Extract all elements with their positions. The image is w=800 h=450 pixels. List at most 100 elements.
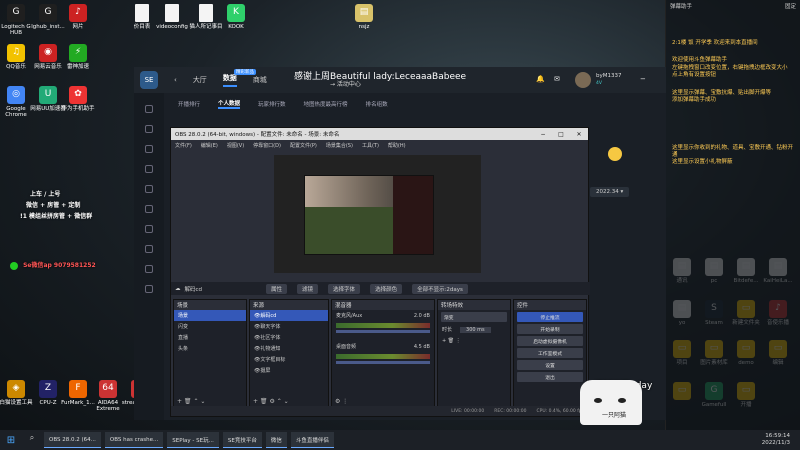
scene-item[interactable]: 头条	[174, 343, 246, 354]
hide-all-button[interactable]: 全部不显示:2days	[412, 283, 468, 294]
menu-item[interactable]: 帮助(H)	[388, 142, 406, 149]
source-item[interactable]: 👁 聊天字体	[250, 321, 328, 332]
app-icon: G	[39, 4, 57, 22]
avatar[interactable]	[575, 72, 591, 88]
sidebar-icon[interactable]	[145, 225, 153, 233]
select-font-button[interactable]: 选择字体	[328, 283, 361, 294]
control-button[interactable]: 开始录制	[517, 324, 583, 334]
mic-volume-slider[interactable]	[336, 330, 430, 333]
menu-item[interactable]: 配置文件(P)	[290, 142, 317, 149]
danmaku-pin-button[interactable]: 固定	[785, 2, 796, 10]
control-button[interactable]: 退出	[517, 372, 583, 382]
transition-type-select[interactable]: 渐变	[441, 312, 507, 322]
nav-lobby[interactable]: 大厅	[193, 75, 207, 85]
scene-item[interactable]: 闪变	[174, 321, 246, 332]
taskbar-app[interactable]: OBS 28.0.2 (64...	[44, 432, 101, 448]
rec-time: REC: 00:00:00	[494, 408, 527, 414]
minimize-icon[interactable]: −	[640, 75, 646, 83]
close-button[interactable]: ✕	[570, 131, 588, 138]
source-item[interactable]: 👁 文字框目标	[250, 354, 328, 365]
nav-data[interactable]: 数据	[222, 73, 237, 87]
danmaku-message: 2:1楼 饭 开学季 欢迎来到本直播间	[672, 40, 758, 46]
event-center-link[interactable]: → 活动中心	[330, 79, 361, 88]
app-icon	[135, 4, 149, 22]
sidebar-icon[interactable]	[145, 265, 153, 273]
taskbar-app[interactable]: SEPlay - SE玩...	[167, 432, 219, 448]
duration-label: 时长	[442, 327, 453, 333]
control-button[interactable]: 设置	[517, 360, 583, 370]
control-button[interactable]: 启动虚拟摄像机	[517, 336, 583, 346]
track-db: 2.0 dB	[413, 312, 430, 319]
tab-player-rank[interactable]: 玩家排行数	[258, 100, 286, 108]
source-item[interactable]: 👁 摄屏	[250, 365, 328, 376]
maximize-button[interactable]: □	[552, 131, 570, 138]
taskbar-app[interactable]: OBS has crashe...	[104, 432, 164, 448]
sidebar-icon[interactable]	[145, 165, 153, 173]
desktop-icon[interactable]: ✿ 华为手机助手	[58, 86, 98, 112]
desktop-meter	[336, 354, 430, 359]
sidebar-icon[interactable]	[145, 285, 153, 293]
danmaku-panel[interactable]: 弹幕助手 固定 2:1楼 饭 开学季 欢迎来到本直播间 欢迎使用斗鱼弹幕助手 左键拖…	[665, 0, 800, 430]
duration-input[interactable]: 300 ms	[460, 326, 491, 333]
menu-item[interactable]: 停靠窗口(D)	[253, 142, 281, 149]
filters-button[interactable]: 滤镜	[297, 283, 319, 294]
platform-logo[interactable]: SE	[140, 71, 158, 89]
taskbar-app[interactable]: SE竞技平台	[222, 432, 262, 448]
start-button[interactable]: ⊞	[0, 430, 22, 450]
minimize-button[interactable]: −	[534, 131, 552, 138]
nav-shop[interactable]: 商城	[253, 75, 267, 85]
sidebar-icon[interactable]	[145, 105, 153, 113]
tab-group-rank[interactable]: 排名组数	[366, 100, 388, 108]
tab-live-rank[interactable]: 开播排行	[178, 100, 200, 108]
search-icon[interactable]: ⌕	[25, 433, 39, 447]
control-button[interactable]: 停止推流	[517, 312, 583, 322]
clock-date: 2022/11/3	[761, 440, 790, 446]
taskbar-app[interactable]: 斗鱼直播伴侣	[290, 432, 334, 448]
control-button[interactable]: 工作室模式	[517, 348, 583, 358]
mixer-track-desktop: 桌面音频 4.5 dB	[332, 341, 434, 352]
transition-buttons[interactable]: + 🗑 ⋮	[438, 335, 510, 346]
taskbar-app[interactable]: 微信	[265, 432, 287, 448]
desktop-icon[interactable]: ⚡ 雷神加速	[58, 44, 98, 70]
desktop-icon[interactable]: ▤ nsjz	[344, 4, 384, 30]
sidebar-icon[interactable]	[145, 245, 153, 253]
desktop-icon[interactable]: K KOOK	[216, 4, 256, 30]
system-clock[interactable]: 16:59:14 2022/11/3	[762, 433, 790, 446]
tab-map-rank[interactable]: 地图热度最高行榜	[304, 100, 348, 108]
scene-item[interactable]: 直播	[174, 332, 246, 343]
sidebar-icon[interactable]	[145, 205, 153, 213]
desktop-volume-slider[interactable]	[336, 361, 430, 364]
source-item[interactable]: 👁 解码cd	[250, 310, 328, 321]
mixer-title: 混音器	[332, 300, 434, 310]
ticker-main: 感谢上周Beautiful lady:LeceaaaBabeee	[294, 72, 467, 82]
sidebar-icon[interactable]	[145, 125, 153, 133]
app-icon: ♫	[7, 44, 25, 62]
menu-item[interactable]: 视图(V)	[227, 142, 244, 149]
source-icon: ☁	[175, 285, 181, 292]
platform-topbar: SE ‹ 大厅 数据 商城 精彩新品 感谢上周Beautiful lady:Le…	[134, 67, 666, 93]
select-color-button[interactable]: 选择颜色	[370, 283, 403, 294]
properties-button[interactable]: 属性	[266, 283, 288, 294]
menu-item[interactable]: 工具(T)	[362, 142, 379, 149]
source-label: 聊天字体	[260, 324, 281, 330]
menu-item[interactable]: 文件(F)	[175, 142, 192, 149]
tab-personal-data[interactable]: 个人数据	[218, 99, 241, 109]
menu-item[interactable]: 编辑(E)	[201, 142, 218, 149]
source-item[interactable]: 👁 社区字体	[250, 332, 328, 343]
control-buttons: 停止推流开始录制启动虚拟摄像机 工作室模式设置退出	[514, 312, 586, 382]
app-icon: ◉	[39, 44, 57, 62]
obs-window[interactable]: OBS 28.0.2 (64-bit, windows) - 配置文件: 未命名…	[170, 127, 590, 417]
danmaku-message: 点上角有设置按钮	[672, 72, 717, 79]
date-select[interactable]: 2022.34 ▾	[590, 187, 630, 197]
menu-item[interactable]: 场景集合(S)	[326, 142, 353, 149]
sidebar-icon[interactable]	[145, 145, 153, 153]
source-item[interactable]: 👁 礼物通知	[250, 343, 328, 354]
back-icon[interactable]: ‹	[174, 76, 177, 84]
app-icon: K	[227, 4, 245, 22]
notification-icon[interactable]: 🔔	[536, 75, 545, 83]
obs-preview[interactable]	[274, 155, 481, 273]
sidebar-icon[interactable]	[145, 185, 153, 193]
message-icon[interactable]: ✉	[554, 75, 560, 83]
scene-item[interactable]: 场景	[174, 310, 246, 321]
desktop-icon[interactable]: ♪ 网片	[58, 4, 98, 30]
